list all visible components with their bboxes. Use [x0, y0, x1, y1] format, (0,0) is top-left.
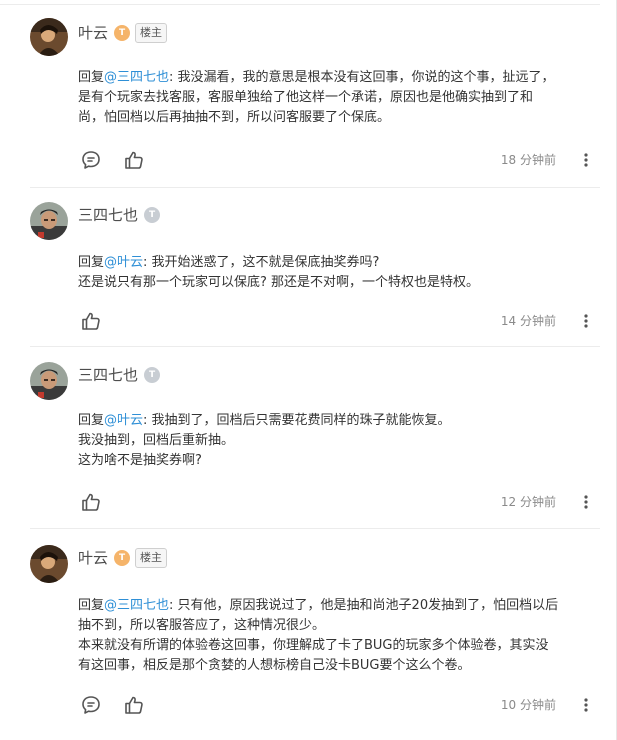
comment-actions: 10 分钟前	[80, 694, 600, 716]
content-line: 本来就没有所谓的体验卷这回事，你理解成了卡了BUG的玩家多个体验卷，其实没	[78, 638, 549, 653]
mention-link[interactable]: @叶云	[104, 413, 143, 428]
content-line: 这为啥不是抽奖券啊?	[78, 453, 202, 468]
content-text: : 我抽到了，回档后只需要花费同样的珠子就能恢复。	[143, 413, 451, 428]
comment-header: 三四七也 T	[78, 204, 161, 226]
username[interactable]: 叶云	[78, 22, 108, 44]
content-line: 回复@三四七也: 只有他，原因我说过了，他是抽和尚池子20发抽到了，怕回档以后	[78, 596, 603, 616]
avatar[interactable]	[30, 545, 68, 583]
level-icon: T	[144, 207, 161, 223]
reply-prefix: 回复	[78, 70, 105, 85]
comment-header: 叶云 T 楼主	[78, 547, 168, 569]
reply-prefix: 回复	[78, 413, 105, 428]
comment-item: 叶云 T 楼主 回复@三四七也: 只有他，原因我说过了，他是抽和尚池子20发抽到…	[0, 528, 617, 740]
content-line: 回复@叶云: 我抽到了，回档后只需要花费同样的珠子就能恢复。	[78, 411, 603, 431]
comment-actions: 14 分钟前	[80, 310, 600, 332]
host-badge: 楼主	[135, 548, 168, 568]
mention-link[interactable]: @三四七也	[104, 70, 169, 85]
content-line: 有这回事，相反是那个贪婪的人想标榜自己没卡BUG要个这么个卷。	[78, 658, 471, 673]
comment-actions: 18 分钟前	[80, 149, 600, 171]
thumbs-up-icon[interactable]	[123, 149, 145, 171]
comment-content: 回复@三四七也: 我没漏看，我的意思是根本没有这回事，你说的这个事，扯远了， 是…	[78, 68, 603, 128]
comment-content: 回复@三四七也: 只有他，原因我说过了，他是抽和尚池子20发抽到了，怕回档以后 …	[78, 596, 603, 676]
content-line: 我没抽到，回档后重新抽。	[78, 433, 235, 448]
host-badge: 楼主	[135, 23, 168, 43]
content-text: : 我没漏看，我的意思是根本没有这回事，你说的这个事，扯远了，	[169, 70, 555, 85]
mention-link[interactable]: @叶云	[104, 255, 143, 270]
more-vertical-icon[interactable]	[582, 694, 590, 716]
comment-item: 叶云 T 楼主 回复@三四七也: 我没漏看，我的意思是根本没有这回事，你说的这个…	[0, 0, 617, 190]
comment-thread: 叶云 T 楼主 回复@三四七也: 我没漏看，我的意思是根本没有这回事，你说的这个…	[0, 0, 617, 740]
timestamp: 10 分钟前	[500, 698, 556, 712]
comment-header: 三四七也 T	[78, 364, 161, 386]
content-line: 还是说只有那一个玩家可以保底? 那还是不对啊，一个特权也是特权。	[78, 275, 480, 290]
reply-prefix: 回复	[78, 598, 105, 613]
comment-bubble-icon[interactable]	[80, 149, 102, 171]
more-vertical-icon[interactable]	[582, 310, 590, 332]
timestamp: 18 分钟前	[500, 153, 556, 167]
username[interactable]: 三四七也	[78, 204, 138, 226]
content-text: : 只有他，原因我说过了，他是抽和尚池子20发抽到了，怕回档以后	[169, 598, 559, 613]
content-line: 尚，怕回档以后再抽抽不到，所以问客服要了个保底。	[78, 110, 391, 125]
comment-content: 回复@叶云: 我抽到了，回档后只需要花费同样的珠子就能恢复。 我没抽到，回档后重…	[78, 411, 603, 471]
username[interactable]: 叶云	[78, 547, 108, 569]
thumbs-up-icon[interactable]	[80, 491, 102, 513]
content-line: 回复@三四七也: 我没漏看，我的意思是根本没有这回事，你说的这个事，扯远了，	[78, 68, 603, 88]
comment-divider	[30, 187, 600, 188]
comment-bubble-icon[interactable]	[80, 694, 102, 716]
avatar[interactable]	[30, 362, 68, 400]
comment-header: 叶云 T 楼主	[78, 22, 168, 44]
more-vertical-icon[interactable]	[582, 491, 590, 513]
content-line: 抽不到，所以客服答应了，这种情况很少。	[78, 618, 326, 633]
thumbs-up-icon[interactable]	[80, 310, 102, 332]
more-vertical-icon[interactable]	[582, 149, 590, 171]
avatar[interactable]	[30, 202, 68, 240]
level-icon: T	[114, 25, 131, 41]
mention-link[interactable]: @三四七也	[104, 598, 169, 613]
avatar[interactable]	[30, 18, 68, 56]
comment-content: 回复@叶云: 我开始迷惑了，这不就是保底抽奖券吗? 还是说只有那一个玩家可以保底…	[78, 253, 603, 293]
timestamp: 14 分钟前	[500, 314, 556, 328]
comment-actions: 12 分钟前	[80, 491, 600, 513]
thumbs-up-icon[interactable]	[123, 694, 145, 716]
comment-item: 三四七也 T 回复@叶云: 我抽到了，回档后只需要花费同样的珠子就能恢复。 我没…	[0, 348, 617, 529]
content-line: 回复@叶云: 我开始迷惑了，这不就是保底抽奖券吗?	[78, 253, 603, 273]
username[interactable]: 三四七也	[78, 364, 138, 386]
content-line: 是有个玩家去找客服，客服单独给了他这样一个承诺，原因也是他确实抽到了和	[78, 90, 534, 105]
timestamp: 12 分钟前	[500, 495, 556, 509]
level-icon: T	[114, 550, 131, 566]
comment-item: 三四七也 T 回复@叶云: 我开始迷惑了，这不就是保底抽奖券吗? 还是说只有那一…	[0, 190, 617, 348]
reply-prefix: 回复	[78, 255, 105, 270]
level-icon: T	[144, 367, 161, 383]
content-text: : 我开始迷惑了，这不就是保底抽奖券吗?	[143, 255, 380, 270]
comment-divider	[30, 346, 600, 347]
